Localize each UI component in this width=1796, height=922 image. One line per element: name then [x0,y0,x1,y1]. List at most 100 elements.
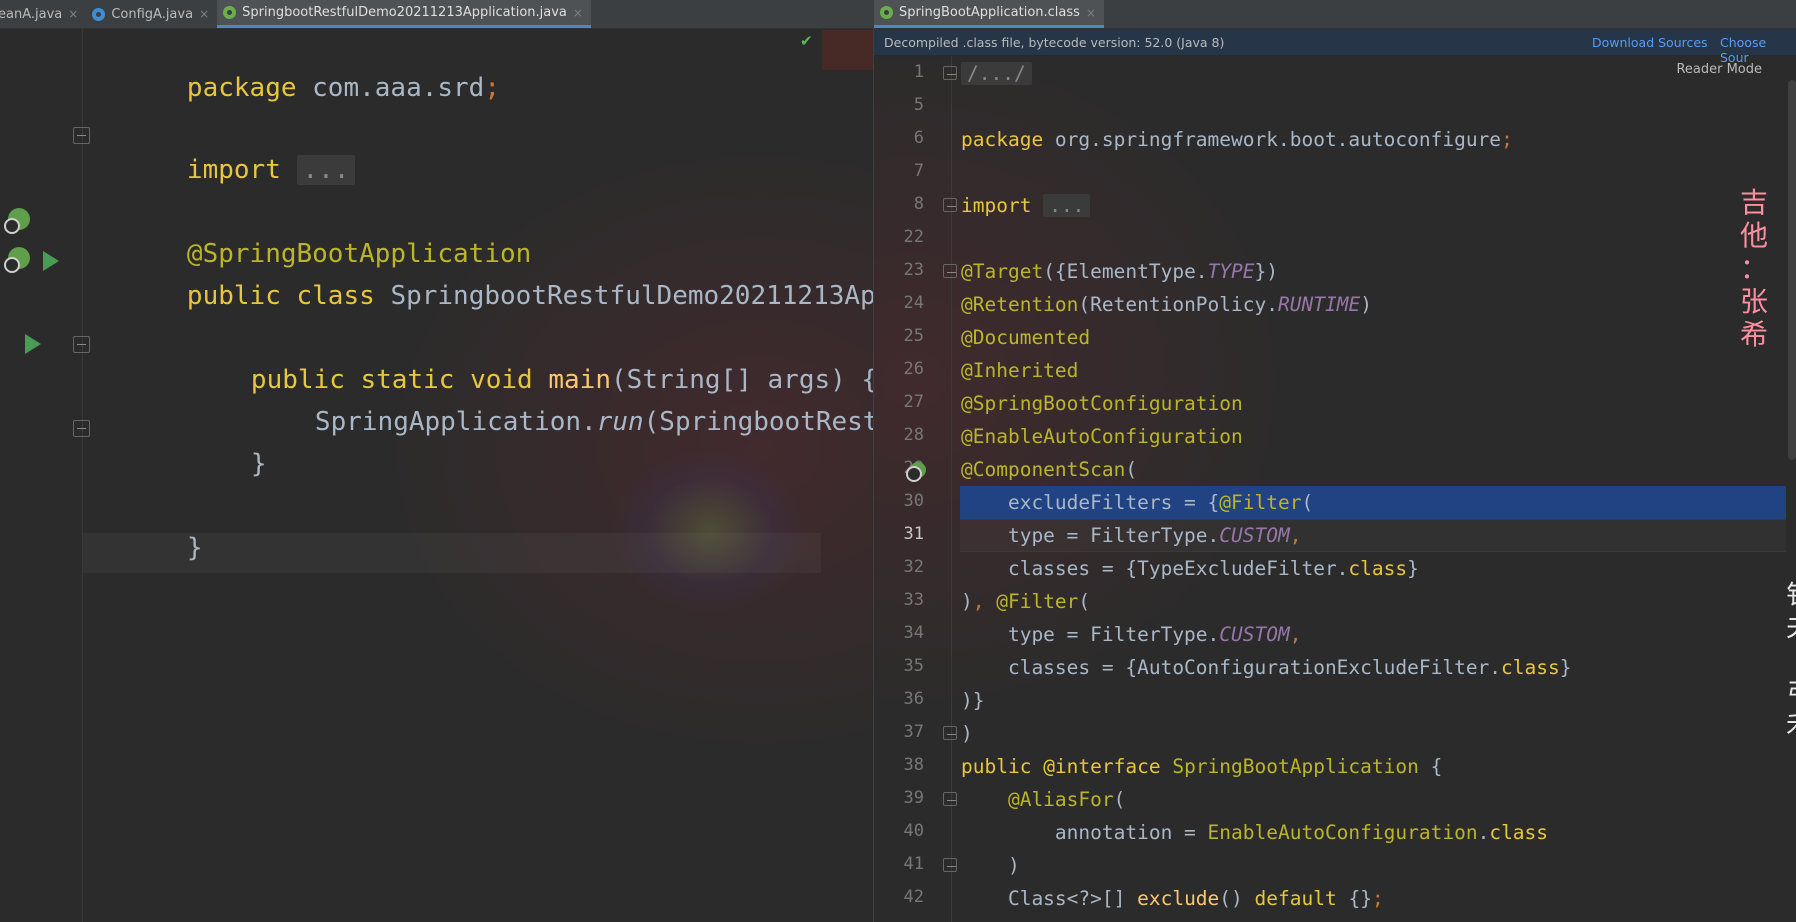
folded-header[interactable]: /.../ [961,62,1032,85]
line-number: 39 [903,788,924,808]
enum-constant: CUSTOM [1219,623,1290,646]
lyric-char: 禾 [1786,710,1796,742]
semicolon: ; [484,73,500,103]
comma: , [1289,623,1302,646]
keyword: class [296,281,375,311]
fold-marker-icon[interactable] [73,127,90,144]
class-name: SpringbootRestfulDemo20211213Appl [390,281,873,311]
lyric-char: 张 [1739,285,1768,318]
run-icon[interactable] [25,334,41,354]
line-number: 38 [903,755,924,775]
fold-marker-icon[interactable] [943,858,957,872]
lyric-char: 吉 [1739,186,1768,219]
code-line: @Documented [961,322,1090,354]
call-args: (SpringbootRestfu [643,407,873,437]
code-line: public @interface SpringBootApplication … [961,751,1442,783]
code-text: ( [1125,458,1138,481]
reader-mode-button[interactable]: Reader Mode [1676,62,1762,77]
code-line: )} [961,685,984,717]
fold-marker-icon[interactable] [73,336,90,353]
fold-marker-icon[interactable] [943,726,957,740]
line-number: 37 [903,722,924,742]
method-call: run [596,407,644,437]
run-icon[interactable] [43,251,59,271]
vertical-scrollbar[interactable] [1788,80,1796,460]
code-line: @ComponentScan( [961,454,1137,486]
code-text: . [1477,821,1490,844]
folded-imports[interactable]: ... [296,155,356,185]
line-number: 41 [903,854,924,874]
close-icon[interactable]: × [68,7,78,21]
semicolon: ; [1501,128,1513,151]
annotation: @SpringBootConfiguration [961,392,1243,415]
close-icon[interactable]: × [1086,6,1096,20]
code-text: ) [961,854,1020,877]
left-editor-pane: eanA.java × ConfigA.java × SpringbootRes… [0,0,873,922]
keyword: class [1501,656,1560,679]
keyword: import [186,155,281,185]
code-line: type = FilterType.CUSTOM, [961,619,1302,651]
tab-label: SpringbootRestfulDemo20211213Application… [242,5,567,20]
keyword: package [961,128,1044,151]
right-editor-pane: SpringBootApplication.class × Decompiled… [873,0,1796,922]
comma: , [972,590,997,613]
line-number: 23 [903,260,924,280]
tab-application-java[interactable]: SpringbootRestfulDemo20211213Application… [217,0,591,28]
code-text: () [1219,887,1255,910]
fold-marker-icon[interactable] [943,198,957,212]
code-line: ) [961,718,973,750]
line-number: 35 [903,656,924,676]
tab-springbootapplication-class[interactable]: SpringBootApplication.class × [874,0,1104,28]
error-stripe-preview[interactable] [822,30,873,70]
line-number: 36 [903,689,924,709]
code-text: ) [1360,293,1372,316]
download-sources-link[interactable]: Download Sources [1592,35,1708,50]
fold-marker-icon[interactable] [73,420,90,437]
tab-beana[interactable]: eanA.java × [0,0,86,28]
choose-sources-link[interactable]: Choose Sour [1720,35,1796,65]
code-text: Class<?>[] [961,887,1138,910]
code-text: ({ElementType. [1043,260,1208,283]
close-icon[interactable]: × [199,7,209,21]
tab-label: SpringBootApplication.class [899,5,1080,20]
keyword: class [1489,821,1549,844]
code-line: type = FilterType.CUSTOM, [961,520,1302,552]
code-line: @EnableAutoConfiguration [961,421,1243,453]
line-number: 1 [913,62,924,82]
banner-text: Decompiled .class file, bytecode version… [884,34,1225,50]
keyword: class [1348,557,1408,580]
spring-bean-icon[interactable] [906,462,926,482]
code-text: classes = {AutoConfigurationExcludeFilte… [961,656,1502,679]
type-name: SpringBootApplication [1160,755,1419,778]
code-line: Class<?>[] exclude() default {}; [961,883,1384,915]
annotation: @Filter [996,590,1079,613]
close-icon[interactable]: × [573,6,583,20]
annotation: @EnableAutoConfiguration [961,425,1243,448]
keyword: import [961,194,1032,217]
fold-marker-icon[interactable] [943,66,957,80]
code-line: /.../ [961,58,1032,90]
code-line: @Inherited [961,355,1078,387]
decompiled-banner: Decompiled .class file, bytecode version… [874,29,1796,65]
annotation: @Filter [1219,491,1302,514]
tab-configa[interactable]: ConfigA.java × [86,0,217,28]
inspection-ok-icon[interactable]: ✔ [800,32,813,50]
code-text: type = FilterType. [961,524,1220,547]
lyric-char: 他 [1739,219,1768,252]
line-number: 5 [913,95,924,115]
comma: , [1289,524,1302,547]
keyword: @interface [1031,755,1161,778]
folded-imports[interactable]: ... [1043,194,1091,217]
spring-bean-icon[interactable] [4,247,30,273]
fold-marker-icon[interactable] [943,264,957,278]
lyric-char: 希 [1739,318,1768,351]
closing-brace: } [186,533,203,563]
code-line: classes = {AutoConfigurationExcludeFilte… [961,652,1572,684]
fold-marker-icon[interactable] [943,792,957,806]
method-name: exclude [1137,887,1220,910]
semicolon: ; [1371,887,1384,910]
keyword: package [186,73,297,103]
lyric-char: 弓 [1786,678,1796,710]
spring-bean-icon[interactable] [4,208,30,234]
lyric-char: 钅 [1786,580,1796,612]
